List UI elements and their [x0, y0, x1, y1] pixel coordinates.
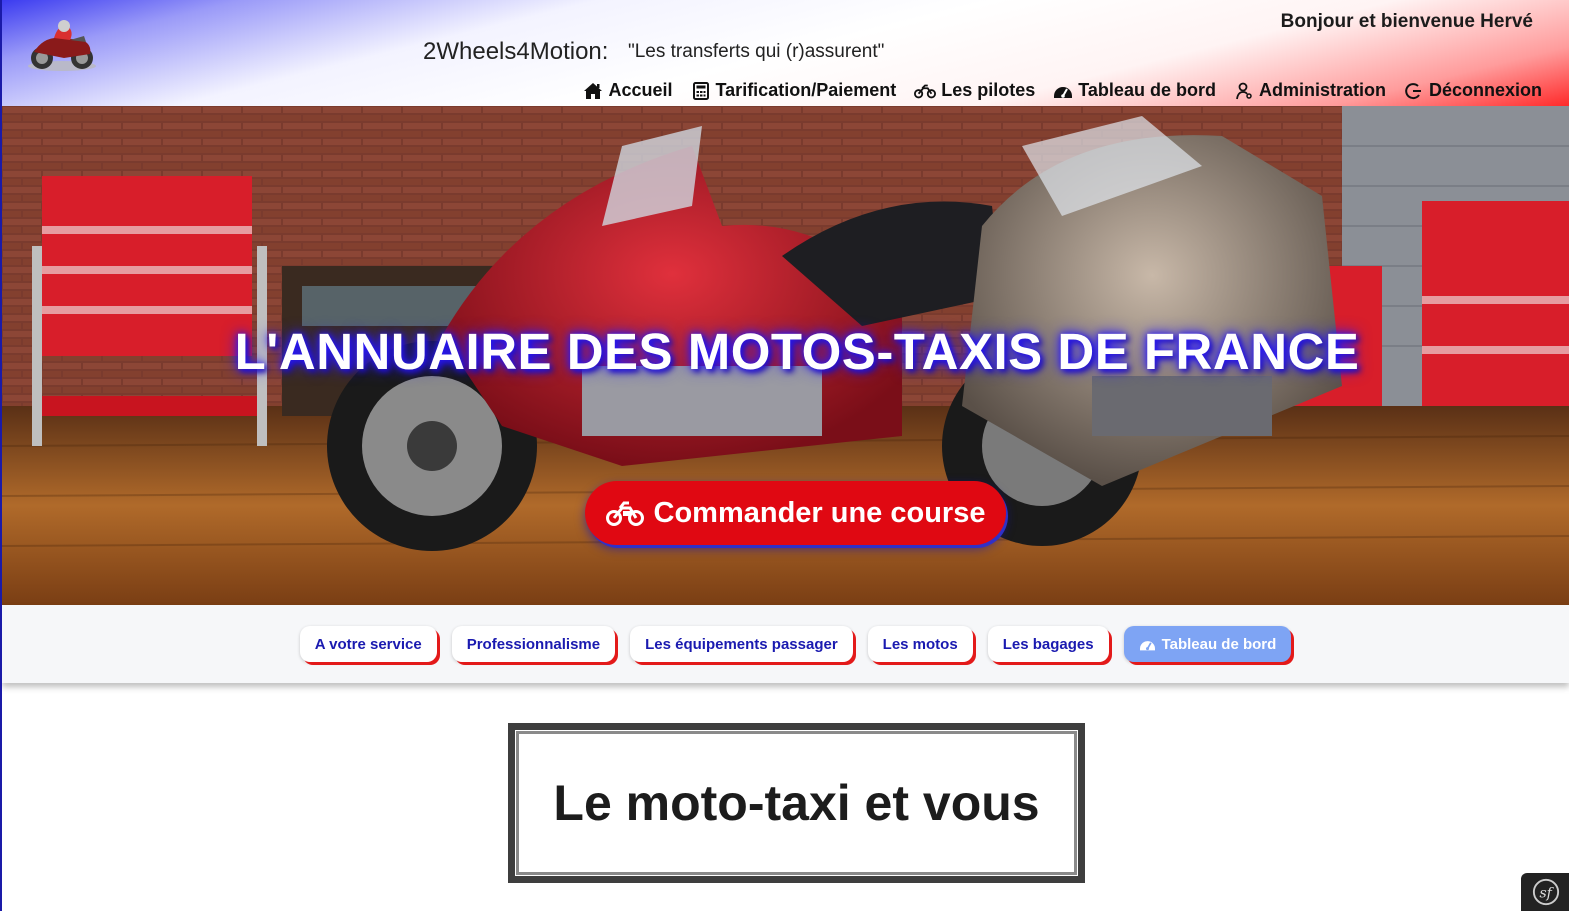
section-tab-label: Les bagages [1002, 635, 1094, 653]
section-tab-motos[interactable]: Les motos [867, 626, 973, 662]
nav-item-tarification[interactable]: Tarification/Paiement [691, 80, 897, 101]
site-logo[interactable] [24, 14, 100, 74]
user-admin-icon [1236, 82, 1252, 99]
symfony-logo-icon: sf [1532, 878, 1560, 906]
main-nav: Accueil Tarification/Paiement Les pilote… [583, 80, 1542, 101]
calculator-icon [692, 81, 709, 100]
order-ride-button[interactable]: Commander une course [585, 481, 1006, 545]
motorcycle-icon [605, 501, 644, 526]
dashboard-icon [1054, 86, 1073, 98]
section-tab-label: Professionnalisme [466, 635, 601, 653]
section-title-box: Le moto-taxi et vous [508, 723, 1085, 883]
nav-item-label: Les pilotes [941, 80, 1036, 100]
section-tab-label: A votre service [314, 635, 422, 653]
nav-item-label: Tarification/Paiement [715, 80, 897, 100]
section-nav: A votre service Professionnalisme Les éq… [2, 605, 1569, 683]
nav-item-label: Administration [1258, 80, 1386, 100]
section-tab-bagages[interactable]: Les bagages [987, 626, 1109, 662]
nav-item-administration[interactable]: Administration [1234, 80, 1386, 101]
nav-item-label: Déconnexion [1428, 80, 1542, 100]
brand-name: 2Wheels4Motion: [423, 38, 609, 65]
nav-item-tableau-de-bord[interactable]: Tableau de bord [1053, 80, 1216, 101]
svg-text:sf: sf [1539, 886, 1554, 902]
motorcycle-icon [914, 84, 937, 98]
section-tab-tableau-de-bord[interactable]: Tableau de bord [1123, 626, 1292, 662]
nav-item-pilotes[interactable]: Les pilotes [914, 80, 1035, 101]
symfony-toolbar-toggle[interactable]: sf [1521, 873, 1569, 911]
nav-item-deconnexion[interactable]: Déconnexion [1404, 80, 1542, 101]
section-tab-service[interactable]: A votre service [299, 626, 437, 662]
order-ride-label: Commander une course [653, 496, 986, 529]
section-title: Le moto-taxi et vous [553, 775, 1040, 831]
user-greeting: Bonjour et bienvenue Hervé [1280, 11, 1533, 32]
nav-item-label: Tableau de bord [1078, 80, 1216, 100]
home-icon [584, 82, 603, 99]
logout-icon [1405, 82, 1421, 99]
section-tab-label: Les équipements passager [645, 635, 838, 653]
section-tab-label: Tableau de bord [1161, 635, 1277, 653]
dashboard-icon [1139, 640, 1155, 650]
section-tab-label: Les motos [882, 635, 958, 653]
nav-item-accueil[interactable]: Accueil [583, 80, 673, 101]
brand-tagline: "Les transferts qui (r)assurent" [628, 41, 885, 62]
section-tab-professionnalisme[interactable]: Professionnalisme [451, 626, 616, 662]
nav-item-label: Accueil [608, 80, 673, 100]
page: 2Wheels4Motion: "Les transferts qui (r)a… [0, 0, 1569, 911]
hero-title: L'ANNUAIRE DES MOTOS-TAXIS DE FRANCE [234, 323, 1360, 380]
section-tab-equipements[interactable]: Les équipements passager [630, 626, 853, 662]
hero-banner: L'ANNUAIRE DES MOTOS-TAXIS DE FRANCE Com… [2, 106, 1569, 605]
site-header: 2Wheels4Motion: "Les transferts qui (r)a… [2, 0, 1569, 106]
